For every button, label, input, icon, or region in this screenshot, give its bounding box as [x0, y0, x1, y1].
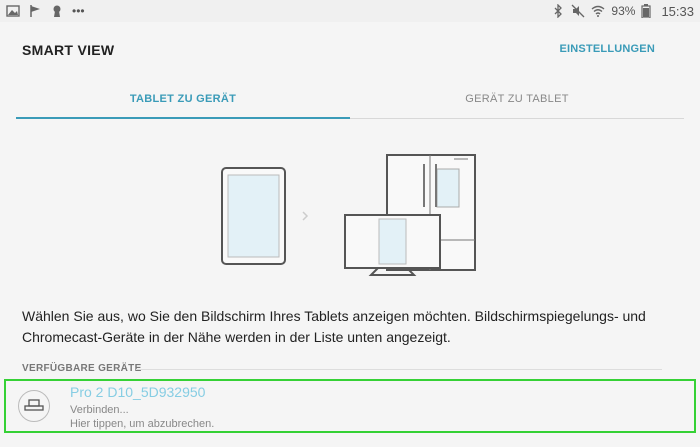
- tab-tablet-to-device[interactable]: TABLET ZU GERÄT: [16, 80, 350, 119]
- bluetooth-icon: [551, 3, 565, 19]
- flag-icon: [28, 4, 42, 18]
- device-status: Verbinden...: [70, 404, 129, 416]
- projector-icon: [18, 390, 50, 422]
- tv-icon: [344, 214, 441, 276]
- keyhole-icon: [50, 4, 64, 18]
- device-list-item[interactable]: Pro 2 D10_5D932950 Verbinden... Hier tip…: [4, 379, 696, 433]
- status-bar: ••• 93% 15:33: [0, 0, 700, 22]
- device-name: Pro 2 D10_5D932950: [70, 384, 206, 400]
- arrow-icon: [302, 211, 309, 221]
- battery-icon: [641, 4, 655, 19]
- status-bar-right: 93% 15:33: [551, 3, 694, 19]
- battery-percent: 93%: [611, 4, 636, 18]
- tablet-icon: [221, 167, 286, 265]
- more-icon: •••: [72, 4, 85, 18]
- image-icon: [6, 4, 20, 18]
- page-title: SMART VIEW: [22, 42, 115, 58]
- clock: 15:33: [661, 3, 694, 19]
- status-bar-left: •••: [6, 3, 85, 19]
- illustration: [218, 152, 488, 277]
- tab-bar: TABLET ZU GERÄT GERÄT ZU TABLET: [16, 80, 684, 119]
- mute-icon: [571, 4, 585, 18]
- settings-button[interactable]: EINSTELLUNGEN: [560, 43, 656, 55]
- wifi-icon: [591, 4, 605, 18]
- device-cancel-hint: Hier tippen, um abzubrechen.: [70, 418, 215, 430]
- section-divider: [136, 369, 662, 370]
- description-text: Wählen Sie aus, wo Sie den Bildschirm Ih…: [22, 308, 646, 345]
- tab-device-to-tablet[interactable]: GERÄT ZU TABLET: [350, 80, 684, 119]
- section-label-available-devices: VERFÜGBARE GERÄTE: [22, 363, 142, 374]
